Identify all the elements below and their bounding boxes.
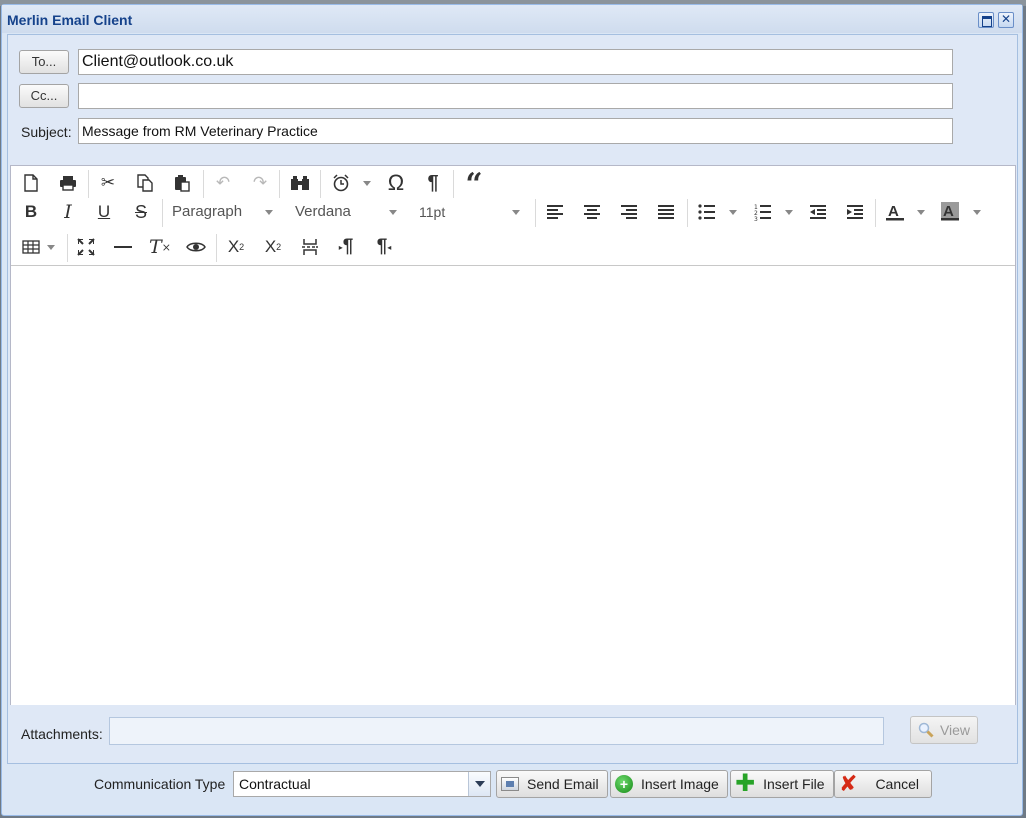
toolbar-separator: [88, 170, 89, 198]
close-icon[interactable]: ✕: [998, 12, 1014, 28]
attachments-field[interactable]: [109, 717, 884, 745]
font-size-combo-value: 11pt: [419, 204, 446, 220]
cut-icon[interactable]: ✂: [95, 170, 121, 196]
maximize-icon[interactable]: [978, 12, 994, 28]
bold-icon[interactable]: B: [18, 199, 44, 225]
paste-icon[interactable]: [169, 170, 195, 196]
blockquote-icon[interactable]: “: [461, 167, 487, 202]
insert-image-button[interactable]: + Insert Image: [610, 770, 728, 798]
copy-icon[interactable]: [132, 170, 158, 196]
send-email-button[interactable]: Send Email: [496, 770, 608, 798]
justify-icon[interactable]: [653, 199, 679, 225]
view-button-label: View: [939, 722, 971, 738]
find-icon[interactable]: [287, 170, 313, 196]
indent-icon[interactable]: [842, 199, 868, 225]
outdent-icon[interactable]: [805, 199, 831, 225]
align-left-icon[interactable]: [542, 199, 568, 225]
insert-image-label: Insert Image: [641, 776, 719, 792]
email-client-window: Merlin Email Client ✕ To... Client@outlo…: [1, 4, 1023, 816]
to-field[interactable]: Client@outlook.co.uk: [78, 49, 953, 75]
font-size-dropdown-icon[interactable]: [512, 210, 520, 215]
insert-time-dropdown-icon[interactable]: [363, 181, 371, 186]
strikethrough-icon[interactable]: S: [128, 199, 154, 225]
font-family-combo-value: Verdana: [295, 203, 351, 220]
undo-icon[interactable]: ↶: [210, 170, 236, 196]
view-attachment-button[interactable]: View: [910, 716, 978, 744]
communication-type-label: Communication Type: [94, 776, 226, 792]
cancel-button[interactable]: ✘ Cancel: [834, 770, 933, 798]
to-button[interactable]: To...: [19, 50, 69, 74]
compose-panel: To... Client@outlook.co.uk Cc... Subject…: [7, 34, 1018, 764]
horizontal-rule-icon[interactable]: [110, 234, 136, 260]
preview-icon[interactable]: [183, 234, 209, 260]
svg-text:3: 3: [754, 216, 758, 221]
toolbar-separator: [162, 199, 163, 227]
font-size-combo[interactable]: 11pt: [419, 200, 519, 224]
new-document-icon[interactable]: [18, 170, 44, 196]
show-blocks-icon[interactable]: ¶: [420, 170, 446, 196]
redo-icon[interactable]: ↷: [247, 170, 273, 196]
align-right-icon[interactable]: [616, 199, 642, 225]
toolbar-separator: [216, 234, 217, 262]
background-color-dropdown-icon[interactable]: [973, 210, 981, 215]
superscript-icon[interactable]: X2: [260, 234, 286, 260]
title-bar[interactable]: Merlin Email Client ✕: [2, 5, 1022, 33]
svg-text:A: A: [888, 203, 899, 220]
numbered-list-dropdown-icon[interactable]: [785, 210, 793, 215]
page-break-icon[interactable]: [297, 234, 323, 260]
table-icon[interactable]: [18, 234, 44, 260]
cc-field[interactable]: [78, 83, 953, 109]
rtl-icon[interactable]: ¶ ◂: [371, 234, 397, 260]
toolbar-separator: [279, 170, 280, 198]
numbered-list-icon[interactable]: 123: [750, 199, 776, 225]
attachments-label: Attachments:: [21, 726, 103, 742]
toolbar-separator: [67, 234, 68, 262]
communication-type-value: Contractual: [239, 776, 311, 792]
magnifier-icon: [918, 722, 934, 738]
underline-icon[interactable]: U: [91, 199, 117, 225]
toolbar-separator: [320, 170, 321, 198]
bullet-list-icon[interactable]: [694, 199, 720, 225]
special-character-icon[interactable]: Ω: [383, 170, 409, 196]
cancel-x-icon: ✘: [839, 771, 858, 796]
insert-file-label: Insert File: [763, 776, 825, 792]
toolbar-separator: [453, 170, 454, 198]
insert-file-button[interactable]: ✚ Insert File: [730, 770, 834, 798]
ltr-icon[interactable]: ▸ ¶: [333, 234, 359, 260]
text-color-icon[interactable]: A: [882, 199, 908, 225]
background-color-icon[interactable]: A: [937, 199, 963, 225]
communication-type-select[interactable]: Contractual: [233, 771, 491, 797]
paragraph-dropdown-icon[interactable]: [265, 210, 273, 215]
subject-field[interactable]: Message from RM Veterinary Practice: [78, 118, 953, 144]
toolbar-separator: [875, 199, 876, 227]
text-color-dropdown-icon[interactable]: [917, 210, 925, 215]
plus-icon: ✚: [735, 770, 756, 797]
cancel-label: Cancel: [875, 776, 920, 792]
window-title: Merlin Email Client: [7, 12, 133, 28]
toolbar-separator: [687, 199, 688, 227]
svg-text:A: A: [943, 203, 954, 220]
italic-icon[interactable]: I: [55, 199, 81, 225]
bullet-list-dropdown-icon[interactable]: [729, 210, 737, 215]
print-icon[interactable]: [55, 170, 81, 196]
subject-label: Subject:: [21, 124, 72, 140]
insert-time-icon[interactable]: [328, 170, 354, 196]
cc-button[interactable]: Cc...: [19, 84, 69, 108]
send-mail-icon: [501, 777, 519, 791]
editor-toolbar: ✂ ↶ ↷ Ω ¶ “ B I U S Paragraph Verdana 11…: [11, 166, 1015, 266]
font-family-dropdown-icon[interactable]: [389, 210, 397, 215]
toolbar-separator: [535, 199, 536, 227]
send-email-label: Send Email: [527, 776, 599, 792]
paragraph-combo-value: Paragraph: [172, 203, 243, 220]
fullscreen-icon[interactable]: [73, 234, 99, 260]
rich-text-editor: ✂ ↶ ↷ Ω ¶ “ B I U S Paragraph Verdana 11…: [10, 165, 1016, 705]
subscript-icon[interactable]: X2: [223, 234, 249, 260]
add-circle-icon: +: [615, 775, 633, 793]
clear-formatting-icon[interactable]: T ×: [147, 234, 173, 260]
editor-content-area[interactable]: [11, 267, 1015, 705]
table-dropdown-icon[interactable]: [47, 245, 55, 250]
align-center-icon[interactable]: [579, 199, 605, 225]
chevron-down-icon[interactable]: [468, 772, 490, 796]
toolbar-separator: [203, 170, 204, 198]
